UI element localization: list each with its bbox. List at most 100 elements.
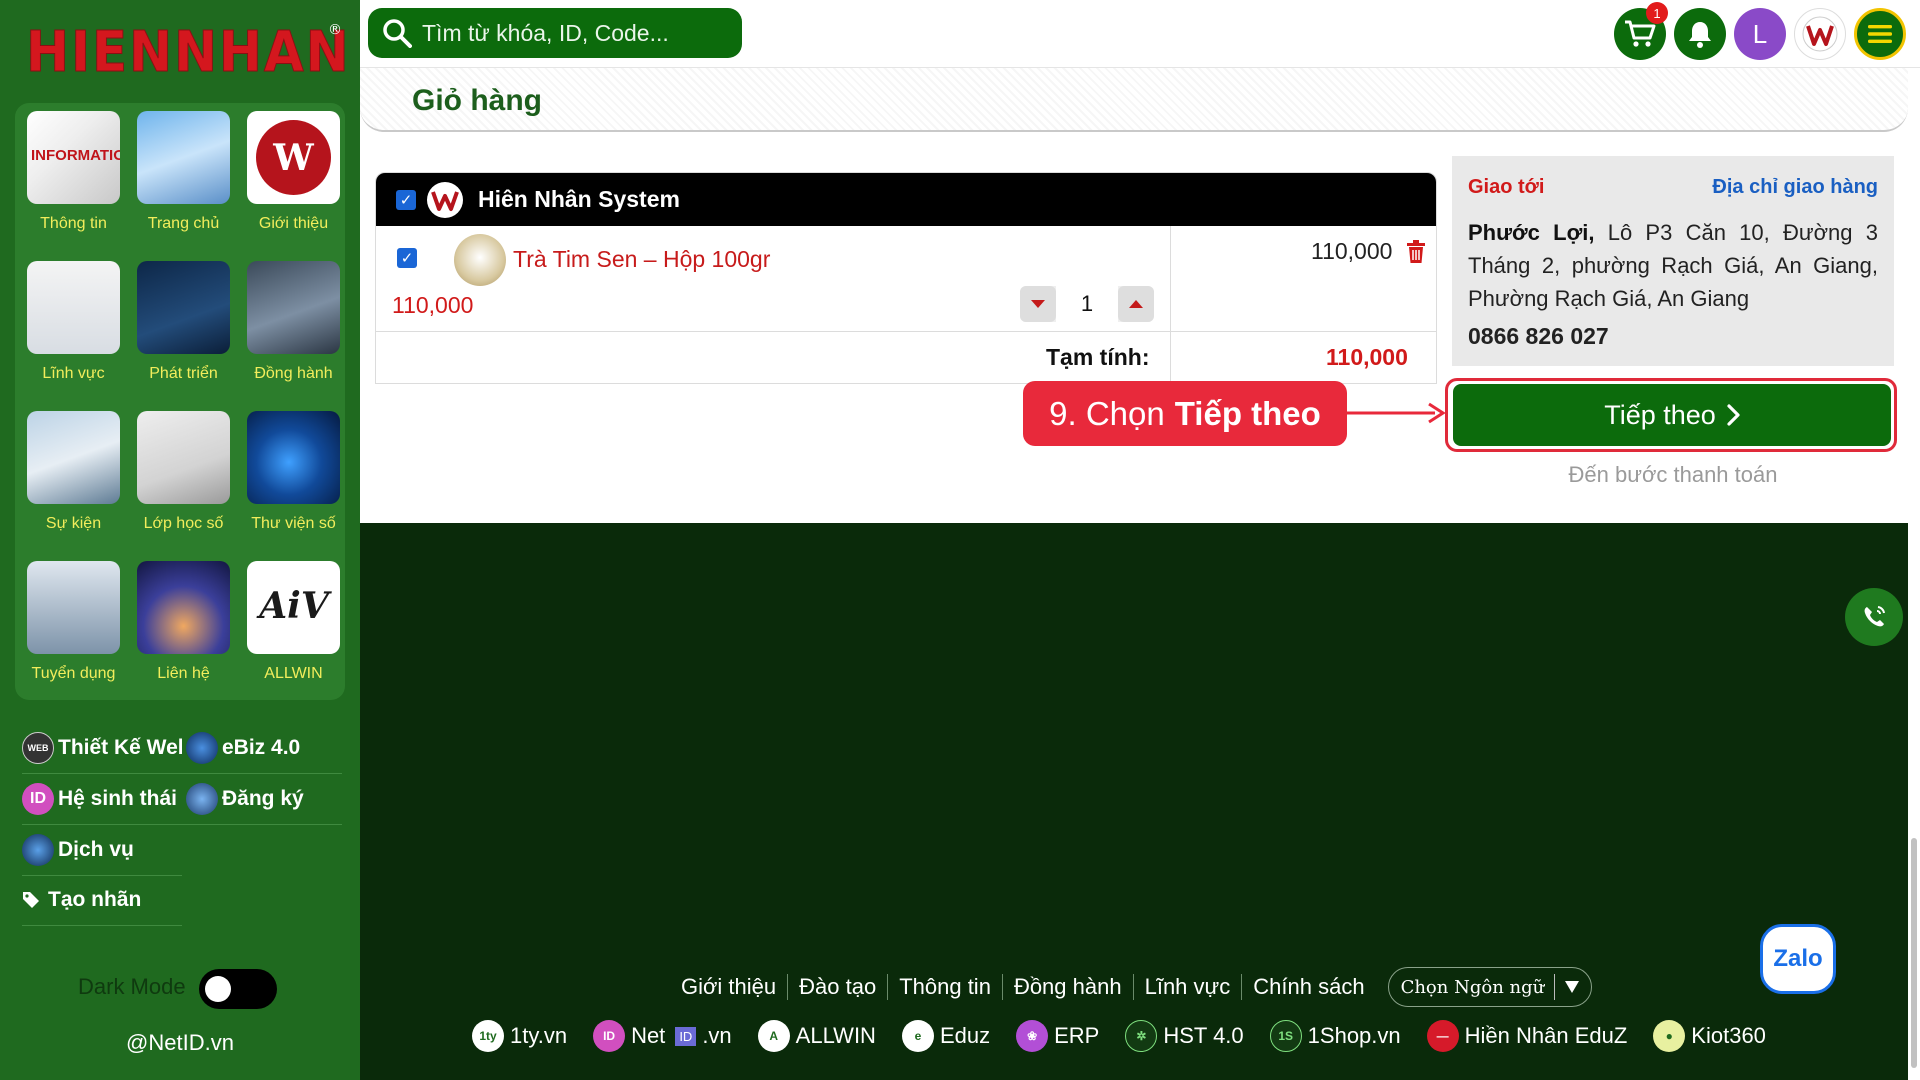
hst-icon: ✲ xyxy=(1125,1020,1158,1052)
tile-linh-vuc[interactable]: Lĩnh vực xyxy=(17,253,127,403)
dropdown-arrow-icon xyxy=(1565,981,1580,993)
netid-handle[interactable]: @NetID.vn xyxy=(0,1030,360,1056)
tile-label: Giới thiệu xyxy=(258,215,329,232)
language-label: Chọn Ngôn ngữ xyxy=(1400,976,1545,998)
notifications-button[interactable] xyxy=(1674,8,1726,60)
sidebar-link-services[interactable]: Dịch vụ xyxy=(22,832,182,868)
callout-bold: Tiếp theo xyxy=(1174,394,1321,432)
recipient-name: Phước Lợi, xyxy=(1468,220,1595,245)
cart-count-badge: 1 xyxy=(1646,2,1668,24)
dark-mode-toggle[interactable] xyxy=(199,969,277,1009)
tile-thu-vien-so[interactable]: Thư viện số xyxy=(237,403,347,553)
footer-link-fields[interactable]: Lĩnh vực xyxy=(1134,974,1243,1000)
tile-tuyen-dung[interactable]: Tuyển dụng xyxy=(17,553,127,703)
sidebar-link-register[interactable]: Đăng ký xyxy=(186,781,346,817)
product-name[interactable]: Trà Tim Sen – Hộp 100gr xyxy=(513,246,770,273)
sidebar-link-web-design[interactable]: WEB Thiết Kế Web xyxy=(22,730,182,766)
shop-logo-icon xyxy=(427,181,463,218)
search-input[interactable] xyxy=(422,19,722,47)
caret-up-icon xyxy=(1129,300,1143,308)
tile-label: Trang chủ xyxy=(147,215,220,232)
tag-icon xyxy=(23,892,39,908)
partner-netid[interactable]: ID Net ID .vn xyxy=(593,1020,732,1052)
change-address-link[interactable]: Địa chỉ giao hàng xyxy=(1712,176,1878,199)
language-select[interactable]: Chọn Ngôn ngữ xyxy=(1387,967,1593,1007)
column-divider xyxy=(1170,332,1171,383)
page-title: Giỏ hàng xyxy=(412,84,542,117)
tile-su-kien[interactable]: Sự kiện xyxy=(17,403,127,553)
shop-select-checkbox[interactable]: ✓ xyxy=(396,189,416,210)
partner-eduz[interactable]: e Eduz xyxy=(901,1020,991,1052)
partner-label: Kiot360 xyxy=(1691,1023,1766,1048)
tile-lop-hoc-so[interactable]: Lớp học số xyxy=(127,403,237,553)
scroll-thumb[interactable] xyxy=(1911,838,1917,1068)
increase-quantity-button[interactable] xyxy=(1118,286,1154,322)
partner-hst[interactable]: ✲ HST 4.0 xyxy=(1125,1020,1244,1052)
user-avatar[interactable]: L xyxy=(1734,8,1786,60)
shipping-address: Phước Lợi, Lô P3 Căn 10, Đường 3 Tháng 2… xyxy=(1468,216,1878,315)
callout-arrow-icon xyxy=(1347,402,1446,424)
product-thumbnail[interactable] xyxy=(454,234,506,286)
quantity-value[interactable]: 1 xyxy=(1056,286,1118,322)
id-icon: ID xyxy=(22,783,54,815)
1shop-icon: 1S xyxy=(1269,1020,1302,1052)
trash-icon[interactable] xyxy=(1406,240,1426,264)
partner-kiot360[interactable]: ● Kiot360 xyxy=(1653,1020,1766,1052)
brand-home-button[interactable] xyxy=(1794,8,1846,60)
decrease-quantity-button[interactable] xyxy=(1020,286,1056,322)
globe-icon xyxy=(186,732,218,764)
next-step-hint: Đến bước thanh toán xyxy=(1568,462,1778,487)
dark-mode-label: Dark Mode xyxy=(78,974,186,999)
partner-erp[interactable]: ❀ ERP xyxy=(1016,1020,1099,1052)
tile-lien-he[interactable]: Liên hệ xyxy=(127,553,237,703)
tile-label: Sự kiện xyxy=(45,515,102,532)
zalo-chat-button[interactable]: Zalo xyxy=(1760,924,1836,994)
partner-label: Net xyxy=(631,1023,666,1048)
callout-prefix: 9. Chọn xyxy=(1049,394,1165,432)
footer-link-policy[interactable]: Chính sách xyxy=(1242,974,1375,1000)
tile-allwin[interactable]: AiV ALLWIN xyxy=(237,553,347,703)
tile-label: Tuyển dụng xyxy=(31,665,116,682)
footer-link-partners[interactable]: Đồng hành xyxy=(1003,974,1134,1000)
chevron-right-icon xyxy=(1727,404,1740,426)
partner-links: 1ty 1ty.vn ID Net ID .vn A ALLWIN e Eduz ❀ ERP … xyxy=(472,1013,1766,1059)
partner-1shop[interactable]: 1S 1Shop.vn xyxy=(1269,1020,1401,1052)
cart-button[interactable]: 1 xyxy=(1614,2,1668,60)
tile-thong-tin[interactable]: INFORMATION Thông tin xyxy=(17,103,127,253)
partner-1ty[interactable]: 1ty 1ty.vn xyxy=(472,1020,567,1052)
sidebar-link-ebiz[interactable]: eBiz 4.0 xyxy=(186,730,346,766)
tile-dong-hanh[interactable]: Đồng hành xyxy=(237,253,347,403)
tile-label: Lĩnh vực xyxy=(42,365,105,382)
shop-name: Hiên Nhân System xyxy=(478,186,680,212)
footer-link-info[interactable]: Thông tin xyxy=(888,974,1003,1000)
footer-link-training[interactable]: Đào tạo xyxy=(788,974,889,1000)
partner-allwin[interactable]: A ALLWIN xyxy=(757,1020,876,1052)
kiot-icon: ● xyxy=(1653,1020,1686,1052)
divider xyxy=(1554,974,1556,1000)
sidebar-link-label: eBiz 4.0 xyxy=(222,736,301,759)
page-scrollbar[interactable] xyxy=(1908,68,1920,1080)
partner-label: ALLWIN xyxy=(795,1023,876,1048)
quantity-stepper: 1 xyxy=(1020,286,1154,322)
search-box[interactable] xyxy=(368,8,742,58)
tutorial-callout: 9. Chọn Tiếp theo xyxy=(1023,381,1347,446)
item-total-price: 110,000 xyxy=(1311,238,1393,264)
item-select-checkbox[interactable]: ✓ xyxy=(397,248,417,268)
footer-link-about[interactable]: Giới thiệu xyxy=(670,974,789,1000)
tile-gioi-thieu[interactable]: W Giới thiệu xyxy=(237,103,347,253)
cart-icon xyxy=(1625,20,1656,47)
tile-trang-chu[interactable]: Trang chủ xyxy=(127,103,237,253)
partner-label: Eduz xyxy=(939,1023,991,1048)
next-button[interactable]: Tiếp theo xyxy=(1453,384,1891,446)
hamburger-icon xyxy=(1868,25,1892,43)
footer-area: Giới thiệu Đào tạo Thông tin Đồng hành L… xyxy=(360,523,1908,1080)
tile-phat-trien[interactable]: Phát triển xyxy=(127,253,237,403)
call-button[interactable] xyxy=(1845,588,1903,646)
partner-hiennhan-eduz[interactable]: — Hiền Nhân EduZ xyxy=(1426,1020,1627,1052)
menu-button[interactable] xyxy=(1854,8,1906,60)
divider xyxy=(22,824,342,825)
sidebar-link-ecosystem[interactable]: ID Hệ sinh thái xyxy=(22,781,182,817)
caret-down-icon xyxy=(1031,300,1045,308)
brand-logo[interactable]: HIENNHAN ® xyxy=(26,16,350,88)
create-tag-link[interactable]: Tạo nhãn xyxy=(22,882,182,918)
